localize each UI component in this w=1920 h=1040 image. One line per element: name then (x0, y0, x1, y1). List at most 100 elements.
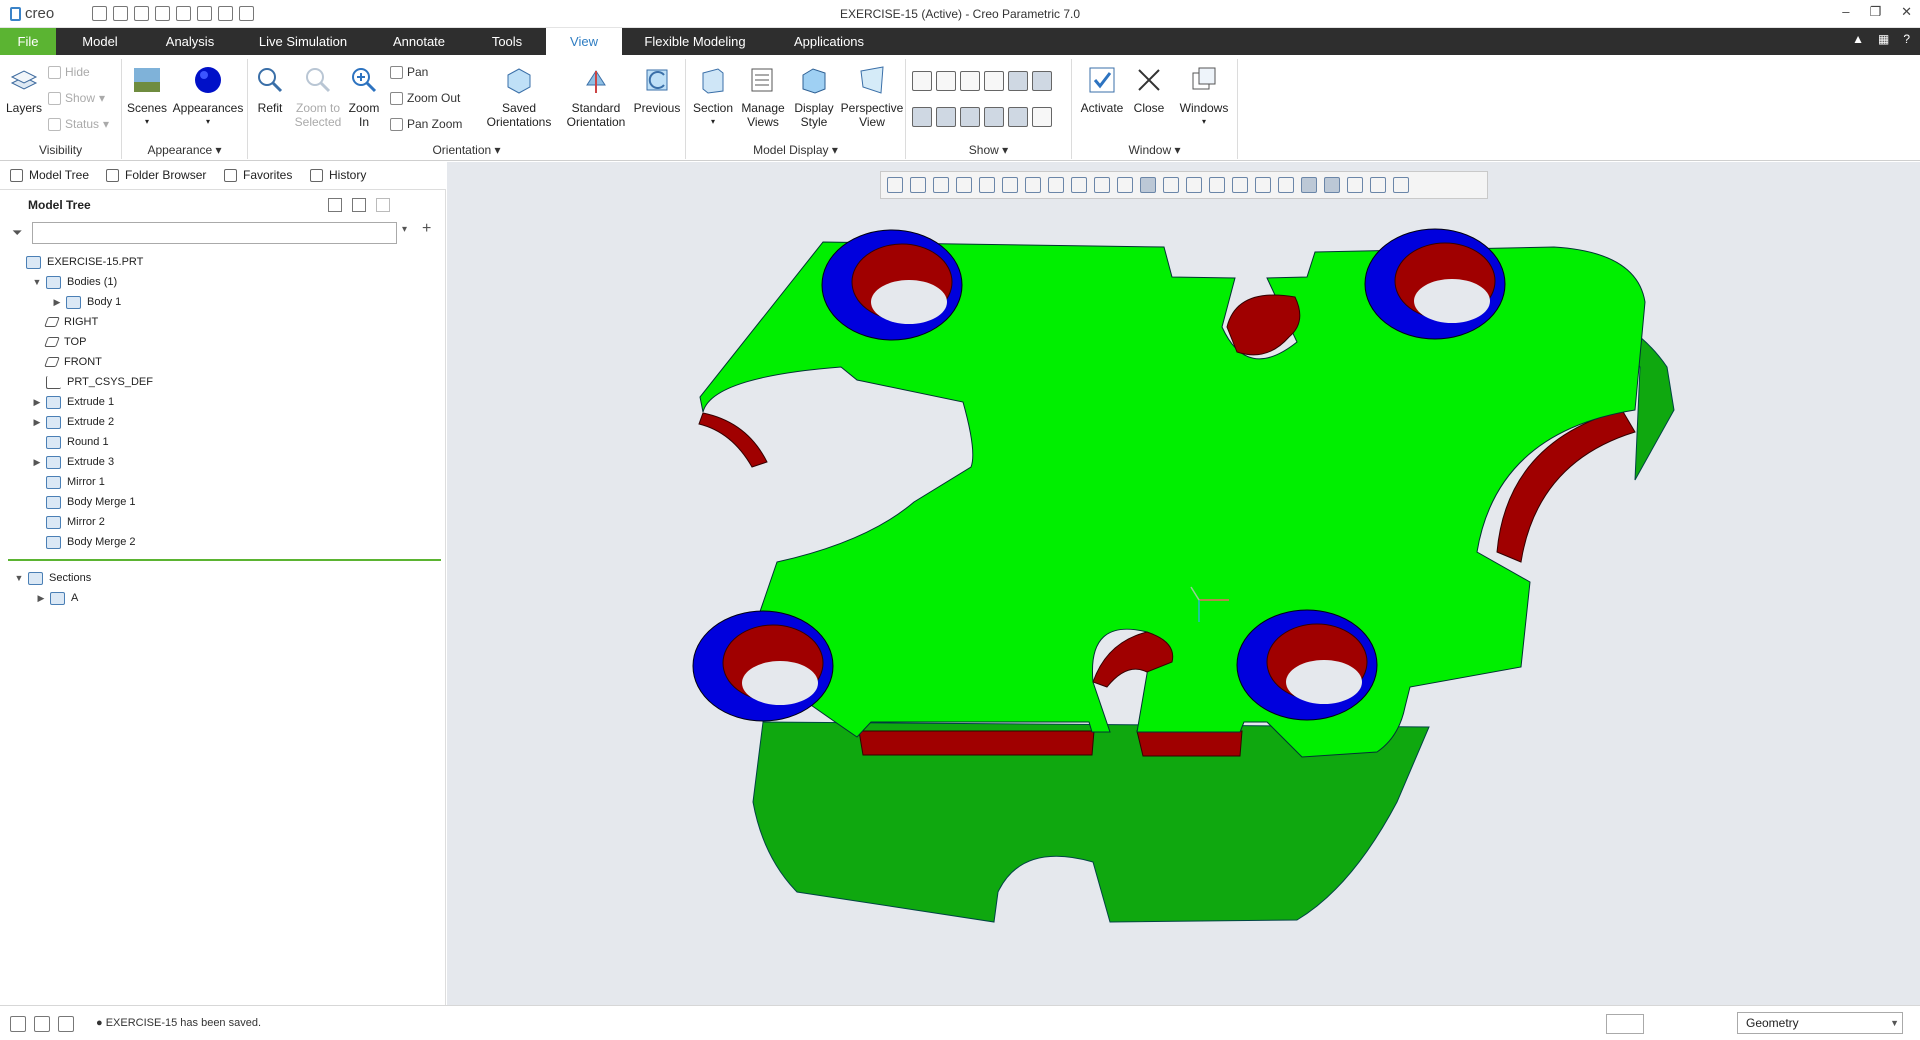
close-window-button[interactable]: Close (1128, 65, 1170, 115)
view-manager-icon[interactable] (1071, 177, 1087, 193)
model-display-group-label[interactable]: Model Display ▾ (686, 143, 905, 157)
zoom-out-button[interactable]: Zoom Out (390, 91, 460, 105)
tree-settings-icon[interactable] (328, 198, 342, 212)
section-icon[interactable] (1117, 177, 1133, 193)
status-dropdown[interactable]: Status ▾ (48, 117, 109, 131)
spin-icon[interactable] (1278, 177, 1294, 193)
pan-zoom-button[interactable]: Pan Zoom (390, 117, 462, 131)
point-tag-toggle[interactable] (1032, 71, 1052, 91)
saved-orientations-button[interactable]: Saved Orientations (480, 65, 558, 129)
manage-views-icon[interactable] (1048, 177, 1064, 193)
command-search-icon[interactable]: ▦ (1878, 32, 1889, 46)
point-display-icon[interactable] (1209, 177, 1225, 193)
windows-button[interactable]: Windows ▾ (1174, 65, 1234, 129)
previous-button[interactable]: Previous (632, 65, 682, 115)
tree-item[interactable]: ▶ Extrude 2 (30, 412, 114, 432)
annotation-display-toggle[interactable] (912, 107, 932, 127)
zoom-to-selected-button[interactable]: Zoom to Selected (290, 65, 346, 129)
activate-button[interactable]: Activate (1078, 65, 1126, 115)
expand-toggle-icon[interactable]: ▶ (30, 397, 44, 408)
tab-history[interactable]: History (310, 168, 366, 182)
tab-model-tree[interactable]: Model Tree (10, 168, 89, 182)
graphics-viewport[interactable] (447, 162, 1920, 1005)
plane-tag-toggle[interactable] (1008, 71, 1028, 91)
tree-item[interactable]: FRONT (30, 352, 102, 372)
layers-button[interactable]: Layers (4, 65, 44, 115)
part-model-render[interactable] (447, 162, 1920, 1005)
tree-item-sections[interactable]: ▼ Sections (12, 568, 91, 588)
tab-tools[interactable]: Tools (468, 28, 546, 55)
tab-applications[interactable]: Applications (768, 28, 890, 55)
csys-display-icon[interactable] (1232, 177, 1248, 193)
zoom-in-button[interactable]: Zoom In (346, 65, 382, 129)
tree-item[interactable]: ▶ Extrude 1 (30, 392, 114, 412)
tree-show-icon[interactable] (352, 198, 366, 212)
spin-center-toggle[interactable] (984, 107, 1004, 127)
zoom-out-icon[interactable] (933, 177, 949, 193)
axis-tag-toggle[interactable] (936, 107, 956, 127)
refit-button[interactable]: Refit (252, 65, 288, 115)
tree-item[interactable]: ▼ Bodies (1) (30, 272, 117, 292)
expand-toggle-icon[interactable]: ▶ (34, 593, 48, 604)
shading-icon[interactable] (1140, 177, 1156, 193)
tab-favorites[interactable]: Favorites (224, 168, 292, 182)
window-group-label[interactable]: Window ▾ (1072, 143, 1237, 157)
axis-display-toggle[interactable] (936, 71, 956, 91)
tree-item[interactable]: Body Merge 2 (30, 532, 135, 552)
show-dropdown[interactable]: Show ▾ (48, 91, 105, 105)
orientation-group-label[interactable]: Orientation ▾ (248, 143, 685, 157)
appearance-group-label[interactable]: Appearance ▾ (122, 143, 247, 157)
tab-live-simulation[interactable]: Live Simulation (236, 28, 370, 55)
tab-flexible-modeling[interactable]: Flexible Modeling (622, 28, 768, 55)
point-tag-icon[interactable] (1324, 177, 1340, 193)
filter-dropdown[interactable]: ▾ (402, 224, 407, 235)
tree-item[interactable]: ▶ Extrude 3 (30, 452, 114, 472)
tab-analysis[interactable]: Analysis (144, 28, 236, 55)
tree-columns-icon[interactable] (376, 198, 390, 212)
expand-toggle-icon[interactable]: ▼ (12, 573, 26, 583)
expand-toggle-icon[interactable]: ▼ (30, 277, 44, 287)
tab-file[interactable]: File (0, 28, 56, 55)
tree-item[interactable]: RIGHT (30, 312, 98, 332)
csys-display-toggle[interactable] (984, 71, 1004, 91)
annotation-display-icon[interactable] (1255, 177, 1271, 193)
saved-orientations-icon[interactable] (1002, 177, 1018, 193)
tree-item[interactable]: Mirror 1 (30, 472, 105, 492)
pan-button[interactable]: Pan (390, 65, 428, 79)
tab-folder-browser[interactable]: Folder Browser (106, 168, 206, 182)
hide-button[interactable]: Hide (48, 65, 90, 79)
tab-view[interactable]: View (546, 28, 622, 55)
plane-display-toggle[interactable] (912, 71, 932, 91)
expand-toggle-icon[interactable]: ▶ (30, 417, 44, 428)
scenes-button[interactable]: Scenes ▾ (126, 65, 168, 129)
model-tree-search-input[interactable] (32, 222, 397, 244)
toolbar-options-icon[interactable] (1393, 177, 1409, 193)
show-group-label[interactable]: Show ▾ (906, 143, 1071, 157)
3d-notes-toggle[interactable] (1008, 107, 1028, 127)
display-style-button[interactable]: Display Style (790, 65, 838, 129)
tab-annotate[interactable]: Annotate (370, 28, 468, 55)
manage-views-button[interactable]: Manage Views (738, 65, 788, 129)
tree-item[interactable]: EXERCISE-15.PRT (10, 252, 143, 272)
simulation-icon[interactable] (1347, 177, 1363, 193)
tree-item[interactable]: ▶ Body 1 (50, 292, 121, 312)
close-button[interactable]: ✕ (1901, 4, 1912, 20)
point-display-toggle[interactable] (960, 71, 980, 91)
perspective-view-button[interactable]: Perspective View (840, 65, 904, 129)
pause-icon[interactable] (1370, 177, 1386, 193)
section-button[interactable]: Section ▾ (690, 65, 736, 129)
tree-item[interactable]: Body Merge 1 (30, 492, 135, 512)
standard-orientation-button[interactable]: Standard Orientation (564, 65, 628, 129)
tag-display-icon[interactable] (1301, 177, 1317, 193)
restore-button[interactable]: ❐ (1869, 4, 1881, 20)
tree-item-section-a[interactable]: ▶ A (34, 588, 78, 608)
tab-model[interactable]: Model (56, 28, 144, 55)
tree-item[interactable]: Mirror 2 (30, 512, 105, 532)
minimize-button[interactable]: – (1842, 4, 1849, 20)
expand-toggle-icon[interactable]: ▶ (30, 457, 44, 468)
plane-display-icon[interactable] (1163, 177, 1179, 193)
full-screen-icon[interactable] (58, 1016, 74, 1032)
display-style-icon[interactable] (1025, 177, 1041, 193)
show-more-dropdown[interactable] (1032, 107, 1052, 127)
tree-item[interactable]: Round 1 (30, 432, 109, 452)
